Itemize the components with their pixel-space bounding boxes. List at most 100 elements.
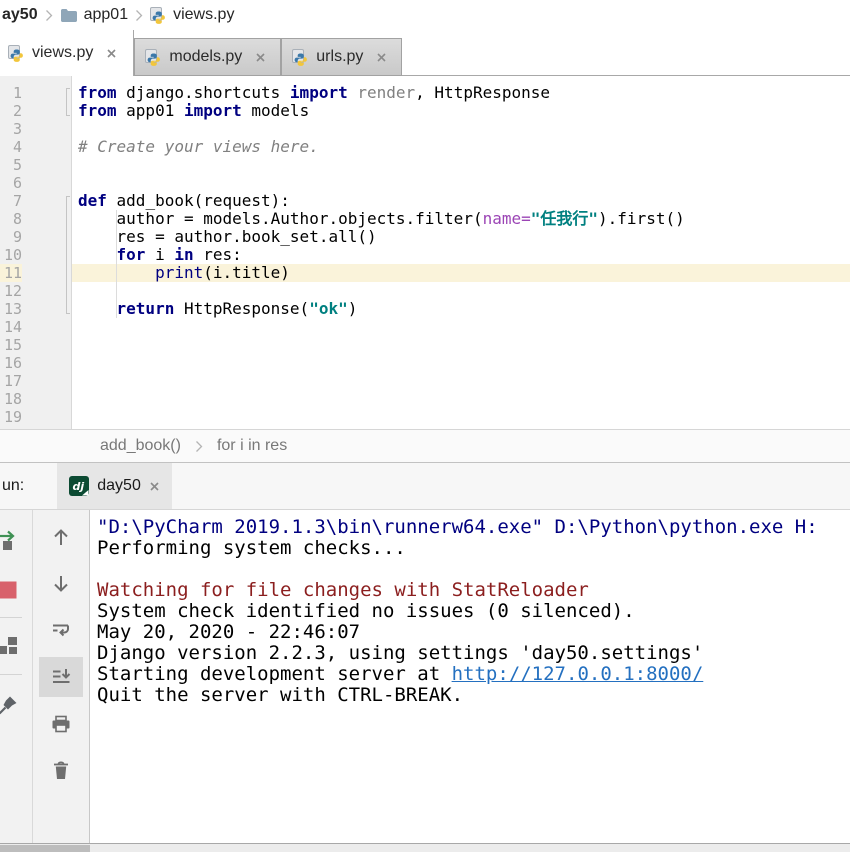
up-stack-trace-button[interactable]	[47, 523, 75, 551]
python-file-icon	[150, 7, 167, 24]
down-stack-trace-button[interactable]	[47, 570, 75, 598]
line-number: 16	[0, 354, 22, 372]
editor-tab-bar: views.py models.py urls.py	[0, 30, 850, 76]
django-icon: dj	[69, 476, 89, 496]
code-line-4: # Create your views here.	[72, 138, 850, 156]
tab-close-icon[interactable]	[255, 52, 266, 63]
tab-urls-py[interactable]: urls.py	[281, 38, 402, 76]
pin-tab-button[interactable]	[0, 691, 22, 719]
python-file-icon	[145, 49, 162, 66]
editor-gutter: 12345678910111213141516171819	[0, 76, 72, 429]
code-line-18	[72, 390, 850, 408]
console-line: Quit the server with CTRL-BREAK.	[97, 685, 850, 706]
tab-label: urls.py	[316, 48, 363, 66]
code-line-19	[72, 408, 850, 426]
line-number: 14	[0, 318, 22, 336]
line-number: 19	[0, 408, 22, 426]
clear-all-icon	[50, 759, 72, 781]
code-line-1: from django.shortcuts import render, Htt…	[72, 84, 850, 102]
line-number: 10	[0, 246, 22, 264]
tab-models-py[interactable]: models.py	[134, 38, 281, 76]
breadcrumb-item-ay50[interactable]: ay50	[2, 6, 38, 24]
code-line-10: for i in res:	[72, 246, 850, 264]
down-stack-trace-icon	[50, 573, 72, 595]
line-number: 13	[0, 300, 22, 318]
console-actions-toolbar	[33, 510, 90, 843]
line-number: 2	[0, 102, 22, 120]
tab-label: views.py	[32, 44, 93, 62]
line-number: 18	[0, 390, 22, 408]
line-number: 6	[0, 174, 22, 192]
django-icon: dj	[69, 476, 89, 496]
print-button[interactable]	[47, 710, 75, 738]
scrollbar-thumb[interactable]	[0, 845, 90, 852]
tab-close-icon[interactable]	[376, 52, 387, 63]
breadcrumb-separator-icon	[45, 9, 53, 22]
stop-button[interactable]	[0, 576, 22, 604]
run-console-panel: "D:\PyCharm 2019.1.3\bin\runnerw64.exe" …	[0, 510, 850, 843]
code-line-2: from app01 import models	[72, 102, 850, 120]
run-tab-day50[interactable]: dj day50	[57, 463, 172, 509]
breadcrumb-separator-icon	[195, 440, 203, 453]
run-tab-label: day50	[97, 477, 141, 495]
code-line-5	[72, 156, 850, 174]
python-file-icon	[292, 49, 309, 66]
line-number: 12	[0, 282, 22, 300]
fold-rail[interactable]	[66, 88, 67, 116]
editor-breadcrumb-item[interactable]: add_book()	[100, 437, 181, 455]
breadcrumb-label: views.py	[173, 6, 234, 24]
run-tool-window-header: un: dj day50	[0, 462, 850, 510]
print-icon	[50, 713, 72, 735]
console-line: "D:\PyCharm 2019.1.3\bin\runnerw64.exe" …	[97, 517, 850, 538]
editor-code-area[interactable]: from django.shortcuts import render, Htt…	[72, 76, 850, 429]
server-url-link[interactable]: http://127.0.0.1:8000/	[452, 663, 704, 685]
code-line-12	[72, 282, 850, 300]
up-stack-trace-icon	[50, 526, 72, 548]
soft-wrap-icon	[50, 619, 72, 641]
horizontal-scrollbar[interactable]	[0, 843, 850, 852]
python-file-icon	[8, 45, 25, 62]
line-number: 7	[0, 192, 22, 210]
breadcrumb-item-views-py[interactable]: views.py	[150, 6, 234, 24]
run-actions-toolbar	[0, 510, 33, 843]
code-line-6	[72, 174, 850, 192]
console-line: Watching for file changes with StatReloa…	[97, 580, 850, 601]
code-line-15	[72, 336, 850, 354]
soft-wrap-button[interactable]	[47, 616, 75, 644]
svg-text:dj: dj	[73, 480, 85, 493]
clear-all-button[interactable]	[47, 756, 75, 784]
line-number: 3	[0, 120, 22, 138]
scroll-to-end-icon	[50, 666, 72, 688]
stop-icon	[0, 579, 19, 601]
code-editor[interactable]: 12345678910111213141516171819 from djang…	[0, 76, 850, 429]
code-line-16	[72, 354, 850, 372]
code-line-17	[72, 372, 850, 390]
toolbar-separator	[0, 617, 22, 618]
scroll-to-end-button[interactable]	[39, 657, 83, 697]
editor-breadcrumb-item[interactable]: for i in res	[217, 437, 287, 455]
run-label: un:	[0, 463, 24, 509]
folder-icon	[60, 8, 78, 23]
console-line: Starting development server at http://12…	[97, 664, 850, 685]
code-line-3	[72, 120, 850, 138]
indent-guide	[116, 210, 117, 318]
run-tab-close-icon[interactable]	[149, 481, 160, 492]
tab-views-py[interactable]: views.py	[0, 30, 134, 76]
code-line-7: def add_book(request):	[72, 192, 850, 210]
console-line	[97, 559, 850, 580]
rerun-icon	[0, 529, 19, 551]
restore-layout-button[interactable]	[0, 631, 22, 659]
console-line: Django version 2.2.3, using settings 'da…	[97, 643, 850, 664]
editor-breadcrumb: add_book() for i in res	[0, 429, 850, 462]
tab-close-icon[interactable]	[106, 48, 117, 59]
code-line-13: return HttpResponse("ok")	[72, 300, 850, 318]
line-number: 4	[0, 138, 22, 156]
close-icon[interactable]	[149, 481, 160, 492]
breadcrumb-item-app01[interactable]: app01	[60, 6, 129, 24]
console-line: Performing system checks...	[97, 538, 850, 559]
rerun-button[interactable]	[0, 526, 22, 554]
pycharm-window: ay50 app01 views.py views.py models.py urls.…	[0, 0, 850, 852]
fold-rail[interactable]	[66, 196, 67, 314]
tab-label: models.py	[169, 48, 242, 66]
console-line: System check identified no issues (0 sil…	[97, 601, 850, 622]
